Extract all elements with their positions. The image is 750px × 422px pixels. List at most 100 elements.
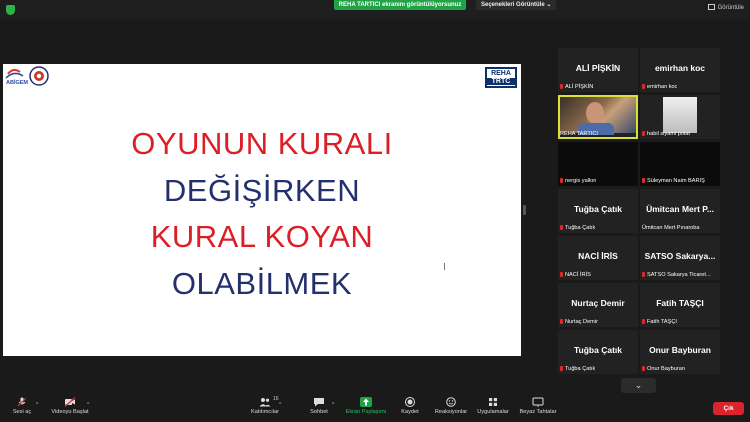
participant-label-text: SATSO Sakarya Ticaret... bbox=[647, 272, 711, 278]
gallery-scroll-down-button[interactable]: ⌄ bbox=[621, 378, 656, 393]
leave-meeting-button[interactable]: Çık bbox=[713, 402, 744, 415]
participant-label-text: emirhan koc bbox=[647, 84, 678, 90]
abigem-logo: ABİGEM bbox=[3, 64, 53, 92]
apps-icon bbox=[487, 397, 499, 407]
participant-label-text: Ümitcan Mert Pınaroba bbox=[642, 225, 700, 231]
audio-options-caret[interactable]: ^ bbox=[36, 402, 38, 408]
video-camera-off-icon bbox=[64, 397, 76, 407]
participant-label-text: nergis yalkın bbox=[565, 178, 597, 184]
mic-muted-icon bbox=[560, 366, 563, 372]
view-button-label: Görüntüle bbox=[717, 5, 744, 11]
participant-name: emirhan koc bbox=[654, 63, 706, 73]
mic-muted-icon bbox=[642, 84, 645, 90]
participant-tile[interactable]: habil siyami polat bbox=[640, 95, 720, 139]
grid-view-icon bbox=[707, 4, 715, 11]
participant-tile[interactable]: Tuğba Çatık Tuğba Çatık bbox=[558, 330, 638, 374]
participant-tile[interactable]: Onur Bayburan Onur Bayburan bbox=[640, 330, 720, 374]
participant-label-text: habil siyami polat bbox=[647, 131, 690, 137]
participant-name: ALİ PİŞKİN bbox=[575, 63, 621, 73]
participant-label: SATSO Sakarya Ticaret... bbox=[642, 271, 711, 279]
participant-label-text: ALİ PİŞKİN bbox=[565, 84, 594, 90]
participant-label-text: Tuğba Çatık bbox=[565, 366, 596, 372]
participant-label: habil siyami polat bbox=[642, 130, 690, 138]
participant-name: Tuğba Çatık bbox=[573, 204, 622, 214]
record-icon bbox=[404, 397, 416, 407]
view-options-button[interactable]: Seçenekleri Görüntüle ⌄ bbox=[476, 0, 557, 10]
chat-label: Sohbet bbox=[310, 409, 328, 415]
mic-muted-icon bbox=[560, 84, 563, 90]
slide-line-3: KURAL KOYAN bbox=[150, 219, 374, 254]
mic-muted-icon bbox=[560, 225, 563, 231]
participant-label: Fatih TAŞÇI bbox=[642, 318, 677, 326]
participant-label: Tuğba Çatık bbox=[560, 224, 595, 232]
zoom-meeting-window: REHA TARTICI ekranını görüntülüyorsunuz … bbox=[0, 0, 750, 422]
participant-label-text: Süleyman Naim BARIŞ bbox=[647, 178, 705, 184]
view-options-label: Seçenekleri Görüntüle bbox=[481, 2, 545, 8]
participant-label: Tuğba Çatık bbox=[560, 365, 595, 373]
participant-label-text: Fatih TAŞÇI bbox=[647, 319, 677, 325]
participants-options-caret[interactable]: ^ bbox=[279, 402, 281, 408]
view-button[interactable]: Görüntüle bbox=[707, 3, 744, 13]
mic-muted-icon bbox=[642, 272, 645, 278]
participant-label: Nurtaç Demir bbox=[560, 318, 598, 326]
participant-tile[interactable]: Fatih TAŞÇI Fatih TAŞÇI bbox=[640, 283, 720, 327]
start-video-button[interactable]: Videoyu Başlat bbox=[40, 396, 100, 415]
participant-video bbox=[560, 97, 636, 135]
participant-label: nergis yalkın bbox=[560, 177, 596, 185]
participant-label: Süleyman Naim BARIŞ bbox=[642, 177, 705, 185]
participant-name: Fatih TAŞÇI bbox=[656, 298, 704, 308]
security-shield-icon[interactable] bbox=[6, 5, 15, 15]
start-video-label: Videoyu Başlat bbox=[51, 409, 89, 415]
participant-tile[interactable]: Nurtaç Demir Nurtaç Demir bbox=[558, 283, 638, 327]
shared-screen: ABİGEM REHA TRTC OYUNUN KURALI DEĞİŞİRKE… bbox=[3, 64, 521, 356]
top-bar: REHA TARTICI ekranını görüntülüyorsunuz … bbox=[0, 0, 750, 20]
participant-tile[interactable]: SATSO Sakarya... SATSO Sakarya Ticaret..… bbox=[640, 236, 720, 280]
participant-label-text: Tuğba Çatık bbox=[565, 225, 596, 231]
participants-label: Katılımcılar bbox=[251, 409, 279, 415]
participant-name: SATSO Sakarya... bbox=[644, 251, 716, 261]
participant-label: emirhan koc bbox=[642, 83, 677, 91]
participant-tile-active-speaker[interactable]: REHA TARTICI bbox=[558, 95, 638, 139]
smiley-icon bbox=[445, 397, 457, 407]
screen-share-banner[interactable]: REHA TARTICI ekranını görüntülüyorsunuz bbox=[334, 0, 466, 10]
chat-options-caret[interactable]: ^ bbox=[332, 402, 334, 408]
reha-logo-line2: TRTC bbox=[487, 78, 515, 85]
participant-tile[interactable]: Ümitcan Mert P... Ümitcan Mert Pınaroba bbox=[640, 189, 720, 233]
share-screen-arrow-icon bbox=[360, 397, 372, 407]
mic-muted-icon bbox=[560, 272, 563, 278]
mic-muted-icon bbox=[642, 319, 645, 325]
record-label: Kaydet bbox=[401, 409, 419, 415]
mic-muted-icon bbox=[642, 366, 645, 372]
split-resize-handle[interactable] bbox=[523, 205, 526, 215]
chat-bubble-icon bbox=[313, 397, 325, 407]
participant-name: Tuğba Çatık bbox=[573, 345, 622, 355]
participants-button[interactable]: Katılımcılar bbox=[235, 396, 295, 415]
video-options-caret[interactable]: ^ bbox=[87, 402, 89, 408]
chevron-down-icon: ⌄ bbox=[546, 2, 552, 8]
participant-label: REHA TARTICI bbox=[560, 130, 598, 138]
participant-tile[interactable]: Tuğba Çatık Tuğba Çatık bbox=[558, 189, 638, 233]
participant-name: Nurtaç Demir bbox=[571, 298, 625, 308]
participant-count: 16 bbox=[273, 396, 279, 402]
participant-tile[interactable]: ALİ PİŞKİN ALİ PİŞKİN bbox=[558, 48, 638, 92]
whiteboard-icon bbox=[532, 397, 544, 407]
slide-line-4: OLABİLMEK bbox=[171, 266, 353, 301]
participant-label: NACİ İRİS bbox=[560, 271, 591, 279]
mic-muted-icon bbox=[642, 131, 645, 137]
participant-label-text: REHA TARTICI bbox=[560, 131, 598, 137]
slide-line-1: OYUNUN KURALI bbox=[131, 126, 393, 161]
participant-tile[interactable]: NACİ İRİS NACİ İRİS bbox=[558, 236, 638, 280]
participant-gallery: ALİ PİŞKİN ALİ PİŞKİN emirhan koc emirha… bbox=[556, 46, 720, 376]
whiteboards-label: Beyaz Tahtalar bbox=[519, 409, 557, 415]
participant-tile[interactable]: Süleyman Naim BARIŞ bbox=[640, 142, 720, 186]
people-icon bbox=[259, 397, 271, 407]
participant-name: NACİ İRİS bbox=[578, 251, 618, 261]
microphone-muted-icon bbox=[16, 397, 28, 407]
reha-logo-line1: REHA bbox=[491, 70, 511, 77]
mic-muted-icon bbox=[642, 178, 645, 184]
chevron-down-icon: ⌄ bbox=[634, 380, 643, 390]
participant-tile[interactable]: nergis yalkın bbox=[558, 142, 638, 186]
participant-tile[interactable]: emirhan koc emirhan koc bbox=[640, 48, 720, 92]
slide-line-2: DEĞİŞİRKEN bbox=[163, 173, 361, 208]
whiteboards-button[interactable]: Beyaz Tahtalar bbox=[508, 396, 568, 415]
